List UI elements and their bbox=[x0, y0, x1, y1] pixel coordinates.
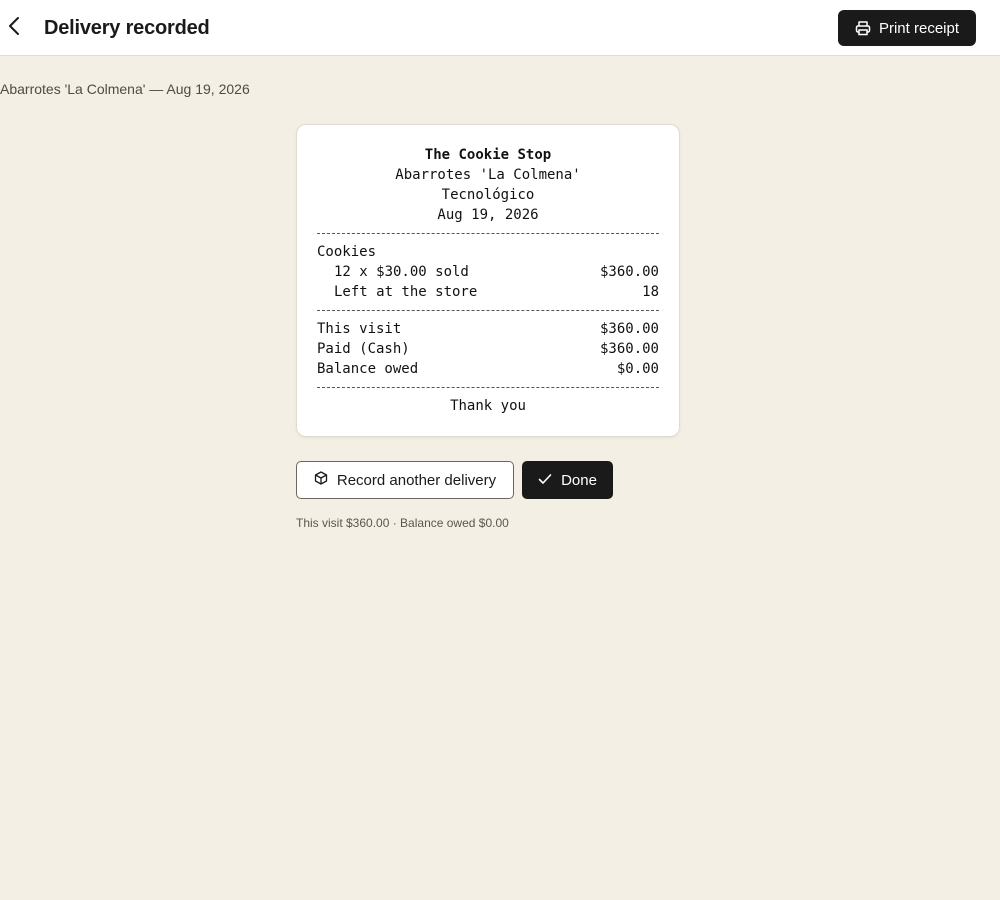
receipt-visit-amount: $360.00 bbox=[599, 321, 659, 337]
delivery-subtitle: Abarrotes 'La Colmena' — Aug 19, 2026 bbox=[0, 81, 250, 97]
receipt-area: Tecnológico bbox=[441, 187, 535, 203]
receipt-paid-label: Paid (Cash) bbox=[317, 341, 410, 357]
receipt-balance-row: Balance owed $0.00 bbox=[317, 359, 659, 379]
record-another-delivery-button[interactable]: Record another delivery bbox=[296, 461, 514, 499]
print-receipt-label: Print receipt bbox=[878, 19, 960, 37]
check-icon bbox=[538, 472, 552, 489]
receipt-visit-row: This visit $360.00 bbox=[317, 319, 659, 339]
receipt-store-name: Abarrotes 'La Colmena' bbox=[395, 167, 581, 183]
receipt-left-value: 18 bbox=[642, 284, 659, 300]
top-bar: Delivery recorded Print receipt bbox=[0, 0, 1000, 56]
receipt-business-name: The Cookie Stop bbox=[424, 147, 552, 163]
receipt-divider bbox=[317, 387, 659, 388]
receipt-divider bbox=[317, 310, 659, 311]
record-another-delivery-label: Record another delivery bbox=[336, 471, 497, 489]
receipt-balance-label: Balance owed bbox=[317, 361, 419, 377]
printer-icon bbox=[855, 20, 871, 36]
receipt-sold-amount: $360.00 bbox=[599, 264, 659, 280]
done-label: Done bbox=[561, 471, 597, 489]
back-button[interactable] bbox=[2, 14, 26, 42]
receipt-left-row: Left at the store 18 bbox=[317, 282, 659, 302]
print-receipt-button[interactable]: Print receipt bbox=[838, 10, 976, 46]
receipt-footer: Thank you bbox=[450, 398, 526, 414]
receipt-visit-label: This visit bbox=[317, 321, 402, 337]
action-buttons: Record another delivery Done bbox=[296, 461, 613, 499]
chevron-left-icon bbox=[8, 16, 20, 41]
receipt-sold-row: 12 x $30.00 sold $360.00 bbox=[317, 262, 659, 282]
box-icon bbox=[314, 471, 328, 489]
receipt-paid-amount: $360.00 bbox=[599, 341, 659, 357]
receipt-paid-row: Paid (Cash) $360.00 bbox=[317, 339, 659, 359]
receipt-left-label: Left at the store bbox=[334, 284, 478, 300]
receipt-balance-amount: $0.00 bbox=[616, 361, 659, 377]
receipt-card: The Cookie Stop Abarrotes 'La Colmena' T… bbox=[296, 124, 680, 437]
done-button[interactable]: Done bbox=[522, 461, 613, 499]
receipt-date: Aug 19, 2026 bbox=[437, 207, 539, 223]
receipt-divider bbox=[317, 233, 659, 234]
receipt-sold-label: 12 x $30.00 sold bbox=[334, 264, 469, 280]
visit-summary: This visit $360.00 · Balance owed $0.00 bbox=[296, 516, 509, 530]
page-title: Delivery recorded bbox=[44, 17, 210, 39]
receipt-product: Cookies bbox=[317, 244, 377, 260]
